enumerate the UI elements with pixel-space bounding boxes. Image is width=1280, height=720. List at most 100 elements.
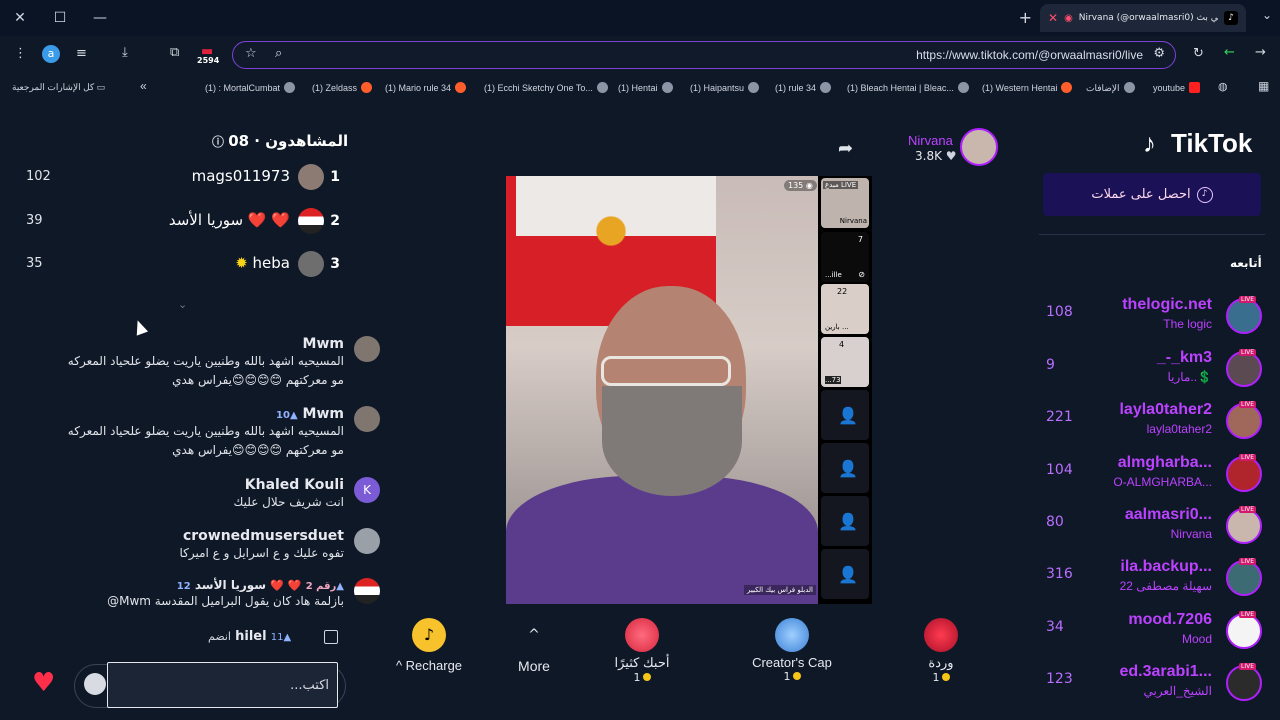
guest-name: بارين ... — [825, 323, 849, 331]
bookmark-link[interactable]: (1) Ecchi Sketchy One To... — [484, 82, 608, 93]
guest-slot[interactable]: 7 ...ille ⊘ — [821, 232, 869, 282]
guest-slot[interactable]: مبدع LIVE Nirvana — [821, 178, 869, 228]
guest-score: 4 — [839, 340, 845, 349]
menu-dots-icon[interactable]: ⋮ — [14, 46, 27, 61]
viewer-score: 39 — [26, 213, 43, 228]
forward-icon[interactable]: → — [1255, 45, 1266, 60]
following-account[interactable]: LIVE ed.3arabi1... الشيخ_العربي 123 — [1040, 663, 1262, 709]
account-subtitle: Mood — [1181, 632, 1212, 646]
bookmark-link[interactable]: (1) : MortalCumbat — [205, 82, 296, 93]
emoji-icon[interactable] — [84, 673, 106, 695]
top-viewer-row[interactable]: 39 سوريا الأسد ❤️ ❤️ 2 — [26, 208, 344, 236]
chat-username[interactable]: crownedmusersduet — [64, 528, 344, 544]
close-window-icon[interactable]: ✕ — [10, 8, 30, 28]
comment-input[interactable] — [107, 662, 338, 708]
top-viewer-row[interactable]: 35 ✹ heba 3 — [26, 251, 344, 279]
bookmark-link[interactable]: (1) Hentai — [618, 82, 673, 93]
download-icon[interactable]: ⤓ — [122, 45, 128, 60]
all-bookmarks-link[interactable]: كل الإشارات المرجعية ▭ — [12, 82, 105, 93]
collapse-chevron-icon[interactable]: ⌄ — [178, 298, 187, 311]
reload-icon[interactable]: ↻ — [1193, 46, 1204, 61]
bookmark-star-icon[interactable]: ☆ — [245, 46, 257, 61]
top-viewer-row[interactable]: 102 mags011973 1 — [26, 164, 344, 192]
site-settings-icon[interactable]: ⚙ — [1153, 46, 1165, 61]
chevron-up-icon: ^ — [395, 658, 406, 673]
avatar — [1226, 456, 1262, 492]
get-coins-button[interactable]: احصل على عملات ♪ — [1043, 173, 1261, 216]
live-video[interactable] — [506, 176, 818, 604]
bookmark-link[interactable]: الإضافات — [1086, 82, 1135, 94]
chat-username[interactable]: Mwm — [64, 336, 344, 352]
bookmark-link[interactable]: (1) Zeldass — [312, 82, 373, 93]
recharge-button[interactable]: ♪ ^ Recharge — [392, 618, 466, 673]
new-tab-icon[interactable]: + — [1019, 8, 1032, 27]
join-text: انضم — [208, 630, 231, 643]
like-heart-icon[interactable]: ♥ — [32, 670, 55, 696]
bookmarks-overflow-icon[interactable]: « — [140, 79, 147, 93]
mic-off-icon: ⊘ — [858, 270, 865, 279]
maximize-window-icon[interactable]: ☐ — [50, 8, 70, 28]
bookmark-link[interactable]: (1) Mario rule 34 — [385, 82, 467, 93]
guest-name: ...ille — [825, 271, 842, 279]
guest-slot[interactable]: 22 بارين ... — [821, 284, 869, 334]
stream-caption: الدبلو فراس بيك الكبير — [744, 585, 816, 595]
account-subtitle: سهيلة مصطفى 22 — [1119, 579, 1212, 593]
chat-username[interactable]: 10▲ Mwm — [64, 406, 344, 422]
gift-creators-cap[interactable]: Creator's Cap 1 — [742, 618, 842, 683]
gift-love-you[interactable]: أحبك كثيرًا 1 — [604, 618, 680, 684]
bookmark-link[interactable]: (1) rule 34 — [775, 82, 832, 93]
extensions-icon[interactable]: ⧉ — [170, 45, 179, 60]
bookmark-link[interactable]: (1) Haipantsu — [690, 82, 760, 93]
tab-title: Nirvana (@orwaalmasri0) في بث — [1078, 13, 1218, 23]
following-account[interactable]: LIVE thelogic.net The logic 108 — [1040, 296, 1262, 342]
avatar — [354, 578, 380, 604]
minimize-window-icon[interactable]: — — [90, 8, 110, 28]
url-text[interactable]: https://www.tiktok.com/@orwaalmasri0/liv… — [916, 48, 1143, 62]
chat-username[interactable]: Khaled Kouli — [64, 477, 344, 493]
guest-slot[interactable]: 4 ...73 — [821, 337, 869, 387]
globe-icon[interactable]: ◍ — [1218, 80, 1228, 93]
chat-text: انت شريف حلال عليك — [233, 495, 344, 509]
share-icon[interactable]: ➦ — [838, 138, 853, 159]
following-account[interactable]: LIVE almgharba... O-ALMGHARBA... 104 — [1040, 454, 1262, 500]
profile-avatar[interactable]: a — [42, 45, 60, 63]
address-bar[interactable]: ☆ ⌕ https://www.tiktok.com/@orwaalmasri0… — [232, 41, 1176, 69]
viewer-count: 123 — [1046, 671, 1073, 687]
browser-tab[interactable]: ✕ ◉ Nirvana (@orwaalmasri0) في بث ♪ — [1040, 4, 1246, 32]
empty-guest-slot[interactable]: 👤 — [821, 549, 869, 599]
bookmarks-bar: كل الإشارات المرجعية ▭ « (1) : MortalCum… — [0, 76, 1280, 100]
search-icon[interactable]: ⌕ — [275, 46, 282, 61]
streamer-name[interactable]: Nirvana — [908, 133, 953, 148]
tab-audio-icon[interactable]: ◉ — [1064, 13, 1073, 24]
empty-guest-slot[interactable]: 👤 — [821, 443, 869, 493]
back-icon[interactable]: ← — [1224, 45, 1235, 60]
more-button[interactable]: ^ More — [512, 618, 556, 674]
media-queue-icon[interactable]: ≡ — [76, 46, 87, 61]
person-icon: 👤 — [838, 459, 858, 478]
avatar — [1226, 613, 1262, 649]
streamer-avatar[interactable] — [960, 128, 998, 166]
gift-rose[interactable]: وردة 1 — [918, 618, 964, 684]
chat-username[interactable]: رقم 2 ❤️ ❤️ سوريا الأسد 12 ▲ — [64, 578, 344, 592]
following-account[interactable]: LIVE _-_km3 ماريا..💲 9 — [1040, 349, 1262, 395]
info-icon[interactable]: ⓘ — [212, 135, 228, 149]
avatar — [298, 251, 324, 277]
following-account[interactable]: LIVE aalmasri0... Nirvana 80 — [1040, 506, 1262, 552]
tab-list-chevron-icon[interactable]: ⌄ — [1262, 8, 1272, 22]
join-username[interactable]: hilel — [235, 629, 266, 644]
flag-sun — [566, 186, 656, 276]
following-account[interactable]: LIVE layla0taher2 layla0taher2 221 — [1040, 401, 1262, 447]
account-name: almgharba... — [1117, 454, 1212, 471]
bookmark-link[interactable]: (1) Western Hentai — [982, 82, 1073, 93]
account-subtitle: layla0taher2 — [1146, 422, 1212, 436]
tab-close-icon[interactable]: ✕ — [1048, 11, 1058, 25]
bookmark-link[interactable]: youtube — [1153, 82, 1201, 93]
tiktok-logo[interactable]: ♪ TikTok — [1143, 128, 1252, 159]
empty-guest-slot[interactable]: 👤 — [821, 496, 869, 546]
coin-tiktok-icon: ♪ — [1196, 186, 1213, 203]
apps-grid-icon[interactable]: ▦ — [1258, 79, 1269, 93]
following-account[interactable]: LIVE ila.backup... سهيلة مصطفى 22 316 — [1040, 558, 1262, 604]
bookmark-link[interactable]: (1) Bleach Hentai | Bleac... — [847, 82, 969, 93]
empty-guest-slot[interactable]: 👤 — [821, 390, 869, 440]
following-account[interactable]: LIVE mood.7206 Mood 34 — [1040, 611, 1262, 657]
